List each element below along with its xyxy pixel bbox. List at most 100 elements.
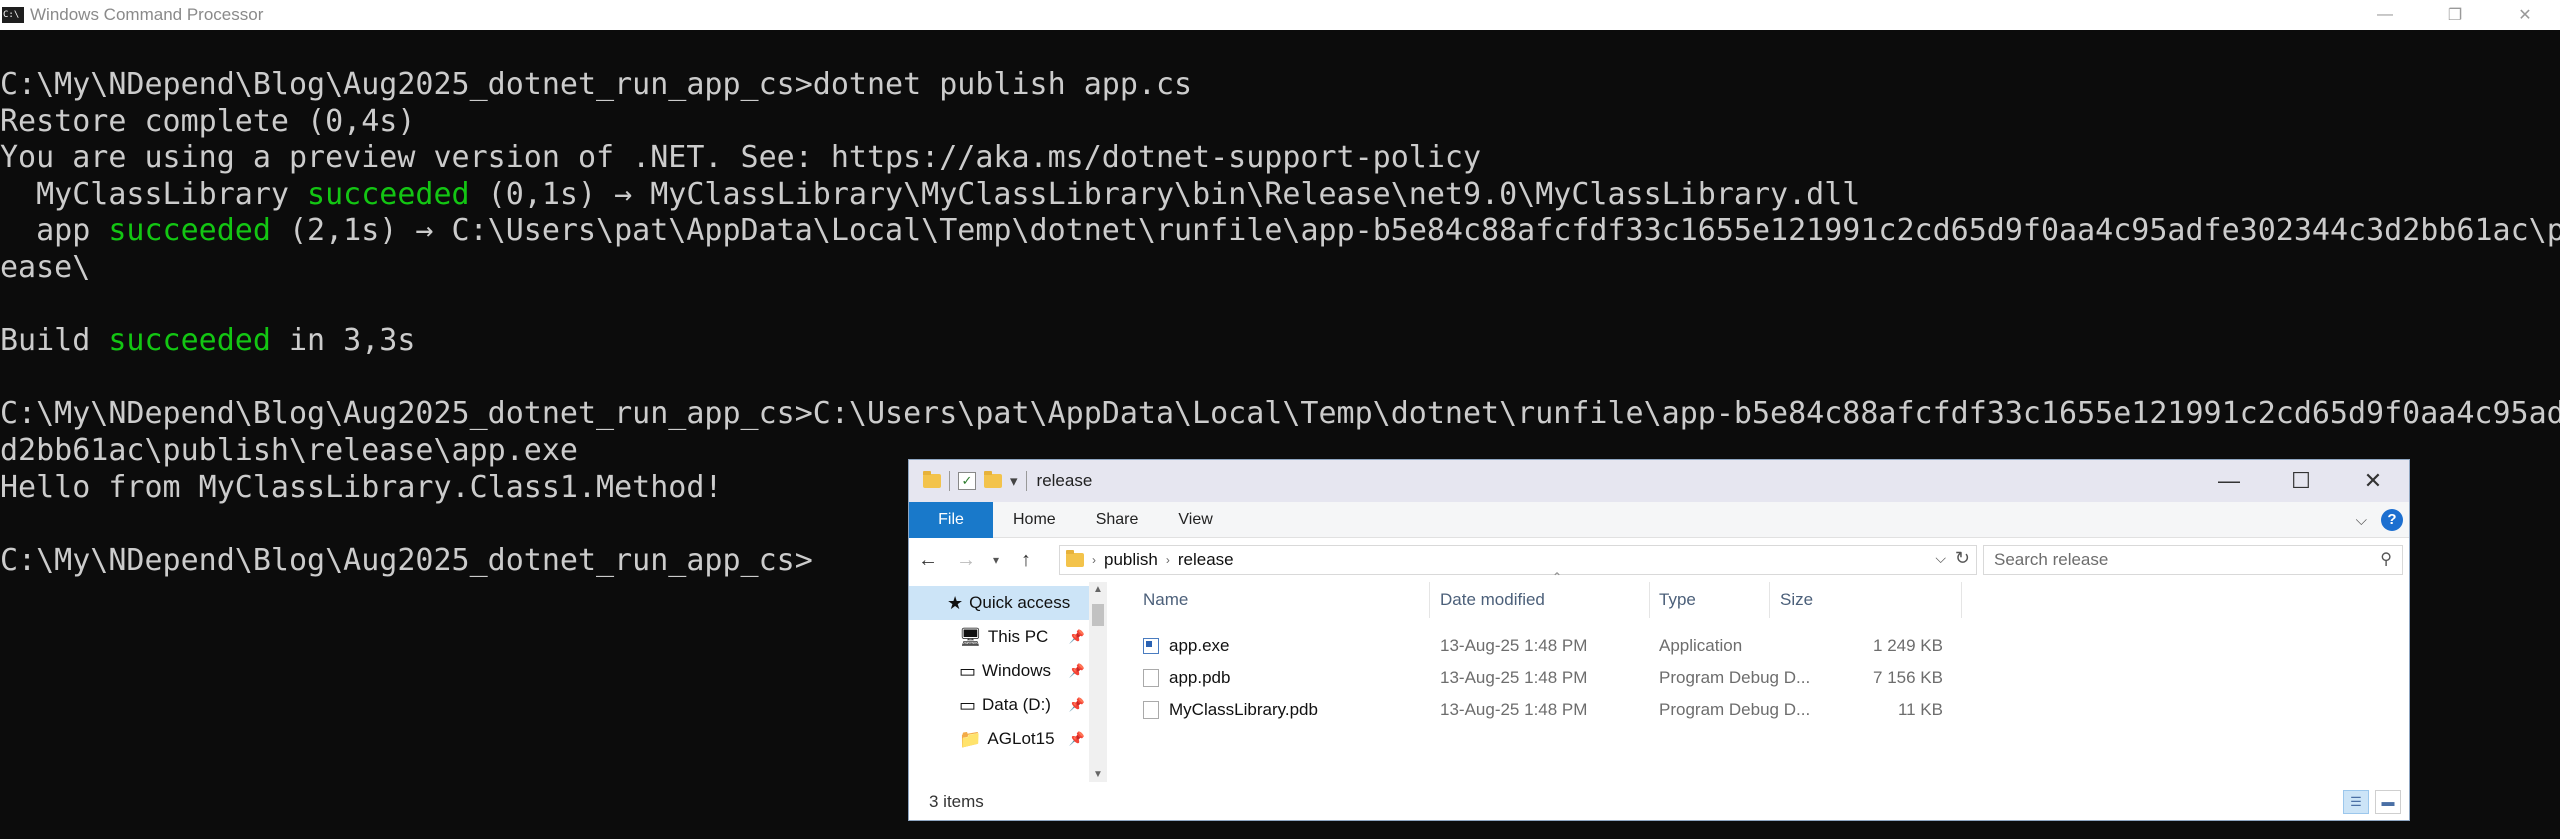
- file-row[interactable]: app.pdb 13-Aug-25 1:48 PM Program Debug D.…: [1129, 662, 2129, 694]
- exe-icon: [1143, 638, 1159, 654]
- console-line: app succeeded (2,1s) → C:\Users\pat\AppD…: [0, 213, 2560, 250]
- address-bar-row: ← → ▾ ↑ › publish › release ⌵ ↻ Search r…: [909, 538, 2409, 582]
- close-button[interactable]: ✕: [2490, 0, 2560, 30]
- column-size[interactable]: Size: [1780, 582, 1813, 618]
- scroll-down-icon[interactable]: ▼: [1089, 769, 1107, 780]
- column-date-modified[interactable]: Date modified: [1440, 582, 1545, 618]
- tab-file[interactable]: File: [909, 501, 993, 538]
- console-line: You are using a preview version of .NET.…: [0, 140, 2560, 177]
- scroll-up-icon[interactable]: ▲: [1089, 584, 1107, 595]
- search-placeholder: Search release: [1994, 550, 2109, 569]
- nav-item-label: AGLot15: [987, 729, 1055, 748]
- details-view-icon[interactable]: ☰: [2343, 790, 2369, 814]
- console-text: d2bb61ac\publish\release\app.exe: [0, 432, 578, 468]
- nav-item-this-pc[interactable]: 🖥 This PC 📌: [909, 620, 1089, 654]
- explorer-maximize-button[interactable]: ☐: [2265, 460, 2337, 502]
- column-type[interactable]: Type: [1659, 582, 1696, 618]
- file-list: Name ⌃ Date modified Type Size app.exe 13…: [1129, 570, 2399, 782]
- folder-icon: [923, 471, 941, 488]
- explorer-minimize-button[interactable]: —: [2193, 460, 2265, 502]
- console-title: Windows Command Processor: [30, 5, 264, 24]
- scroll-thumb[interactable]: [1092, 604, 1104, 626]
- nav-item-windows[interactable]: ▭ Windows 📌: [909, 654, 1089, 688]
- properties-icon[interactable]: ✓: [958, 472, 976, 490]
- sort-icon: ⌃: [1552, 570, 1563, 584]
- nav-item-icon: 📁: [959, 728, 982, 749]
- nav-item-label: Data (D:): [982, 695, 1051, 714]
- file-row[interactable]: MyClassLibrary.pdb 13-Aug-25 1:48 PM Progr…: [1129, 694, 2129, 726]
- nav-item-aglot15[interactable]: 📁 AGLot15 📌: [909, 722, 1089, 756]
- breadcrumb-release[interactable]: release: [1178, 550, 1234, 570]
- tab-home[interactable]: Home: [993, 502, 1076, 538]
- help-icon[interactable]: ?: [2381, 509, 2403, 531]
- file-explorer-window: ✓ ▾ release — ☐ ✕ File Home Share View ⌵…: [908, 459, 2410, 821]
- back-icon[interactable]: ←: [909, 549, 947, 572]
- console-titlebar[interactable]: C:\ Windows Command Processor — ❐ ✕: [0, 0, 2560, 30]
- file-row[interactable]: app.exe 13-Aug-25 1:48 PM Application 1 249…: [1129, 630, 2129, 662]
- forward-icon[interactable]: →: [947, 549, 985, 572]
- recent-locations-icon[interactable]: ▾: [985, 553, 1007, 567]
- customize-toolbar-icon[interactable]: ▾: [1010, 472, 1018, 490]
- nav-item-quick-access[interactable]: ★ Quick access: [909, 586, 1089, 620]
- minimize-button[interactable]: —: [2350, 0, 2420, 30]
- pin-icon[interactable]: 📌: [1069, 629, 1085, 645]
- console-text: C:\My\NDepend\Blog\Aug2025_dotnet_run_ap…: [0, 396, 2560, 432]
- file-name-cell[interactable]: app.exe: [1143, 630, 1230, 662]
- explorer-close-button[interactable]: ✕: [2337, 460, 2409, 502]
- explorer-titlebar[interactable]: ✓ ▾ release — ☐ ✕: [909, 460, 2409, 502]
- console-line: C:\My\NDepend\Blog\Aug2025_dotnet_run_ap…: [0, 67, 2560, 104]
- console-text: You are using a preview version of .NET.…: [0, 140, 1482, 176]
- file-date: 13-Aug-25 1:48 PM: [1440, 700, 1588, 719]
- pin-icon[interactable]: 📌: [1069, 697, 1085, 713]
- new-folder-icon[interactable]: [984, 471, 1002, 488]
- console-line: ease\: [0, 250, 2560, 287]
- file-size: 11 KB: [1897, 700, 1943, 719]
- console-text: in 3,3s: [270, 323, 416, 359]
- pin-icon[interactable]: 📌: [1069, 731, 1085, 747]
- column-name[interactable]: Name: [1143, 582, 1188, 618]
- refresh-icon[interactable]: ↻: [1955, 548, 1970, 569]
- success-text: succeeded: [108, 323, 271, 359]
- tab-view[interactable]: View: [1158, 502, 1232, 538]
- console-line: Restore complete (0,4s): [0, 104, 2560, 141]
- breadcrumb-publish[interactable]: publish: [1104, 550, 1158, 570]
- address-dropdown-icon[interactable]: ⌵: [1935, 550, 1946, 567]
- pin-icon[interactable]: 📌: [1069, 663, 1085, 679]
- nav-item-icon: ▭: [959, 694, 977, 715]
- console-line: Build succeeded in 3,3s: [0, 323, 2560, 360]
- console-text: MyClassLibrary: [0, 176, 308, 212]
- up-icon[interactable]: ↑: [1007, 549, 1045, 572]
- file-size: 7 156 KB: [1873, 668, 1943, 687]
- search-input[interactable]: Search release ⚲: [1983, 545, 2403, 575]
- explorer-body: ▲ ▼ ★ Quick access 🖥 This PC 📌 ▭ Windows 📌 ▭ Data…: [909, 570, 2409, 782]
- expand-ribbon-icon[interactable]: ⌵: [2356, 512, 2367, 529]
- file-name-cell[interactable]: MyClassLibrary.pdb: [1143, 694, 1318, 726]
- restore-button[interactable]: ❐: [2420, 0, 2490, 30]
- file-size: 1 249 KB: [1873, 636, 1943, 655]
- explorer-title: release: [1036, 471, 1093, 490]
- nav-item-label: This PC: [987, 627, 1049, 646]
- address-bar[interactable]: › publish › release ⌵ ↻: [1059, 545, 1977, 575]
- large-icons-view-icon[interactable]: ▬: [2375, 790, 2401, 814]
- console-text: C:\My\NDepend\Blog\Aug2025_dotnet_run_ap…: [0, 67, 1193, 102]
- console-text: app: [0, 213, 109, 249]
- console-text: C:\My\NDepend\Blog\Aug2025_dotnet_run_ap…: [0, 542, 813, 578]
- success-text: succeeded: [307, 176, 470, 212]
- nav-item-label: Quick access: [969, 593, 1071, 612]
- file-name-cell[interactable]: app.pdb: [1143, 662, 1230, 694]
- file-icon: [1143, 669, 1159, 687]
- nav-item-icon: ▭: [959, 660, 977, 681]
- search-icon[interactable]: ⚲: [2380, 549, 2392, 569]
- file-date: 13-Aug-25 1:48 PM: [1440, 636, 1588, 655]
- quick-access-toolbar: ✓ ▾: [909, 471, 1027, 491]
- navigation-pane: ▲ ▼ ★ Quick access 🖥 This PC 📌 ▭ Windows 📌 ▭ Data…: [909, 582, 1109, 782]
- ribbon: File Home Share View ⌵ ?: [909, 501, 2409, 538]
- nav-item-data-d[interactable]: ▭ Data (D:) 📌: [909, 688, 1089, 722]
- nav-scrollbar[interactable]: ▲ ▼: [1089, 582, 1107, 782]
- nav-item-icon: ★: [947, 592, 964, 613]
- console-text: ease\: [0, 249, 91, 285]
- console-text: Hello from MyClassLibrary.Class1.Method!: [0, 469, 723, 505]
- tab-share[interactable]: Share: [1076, 502, 1159, 538]
